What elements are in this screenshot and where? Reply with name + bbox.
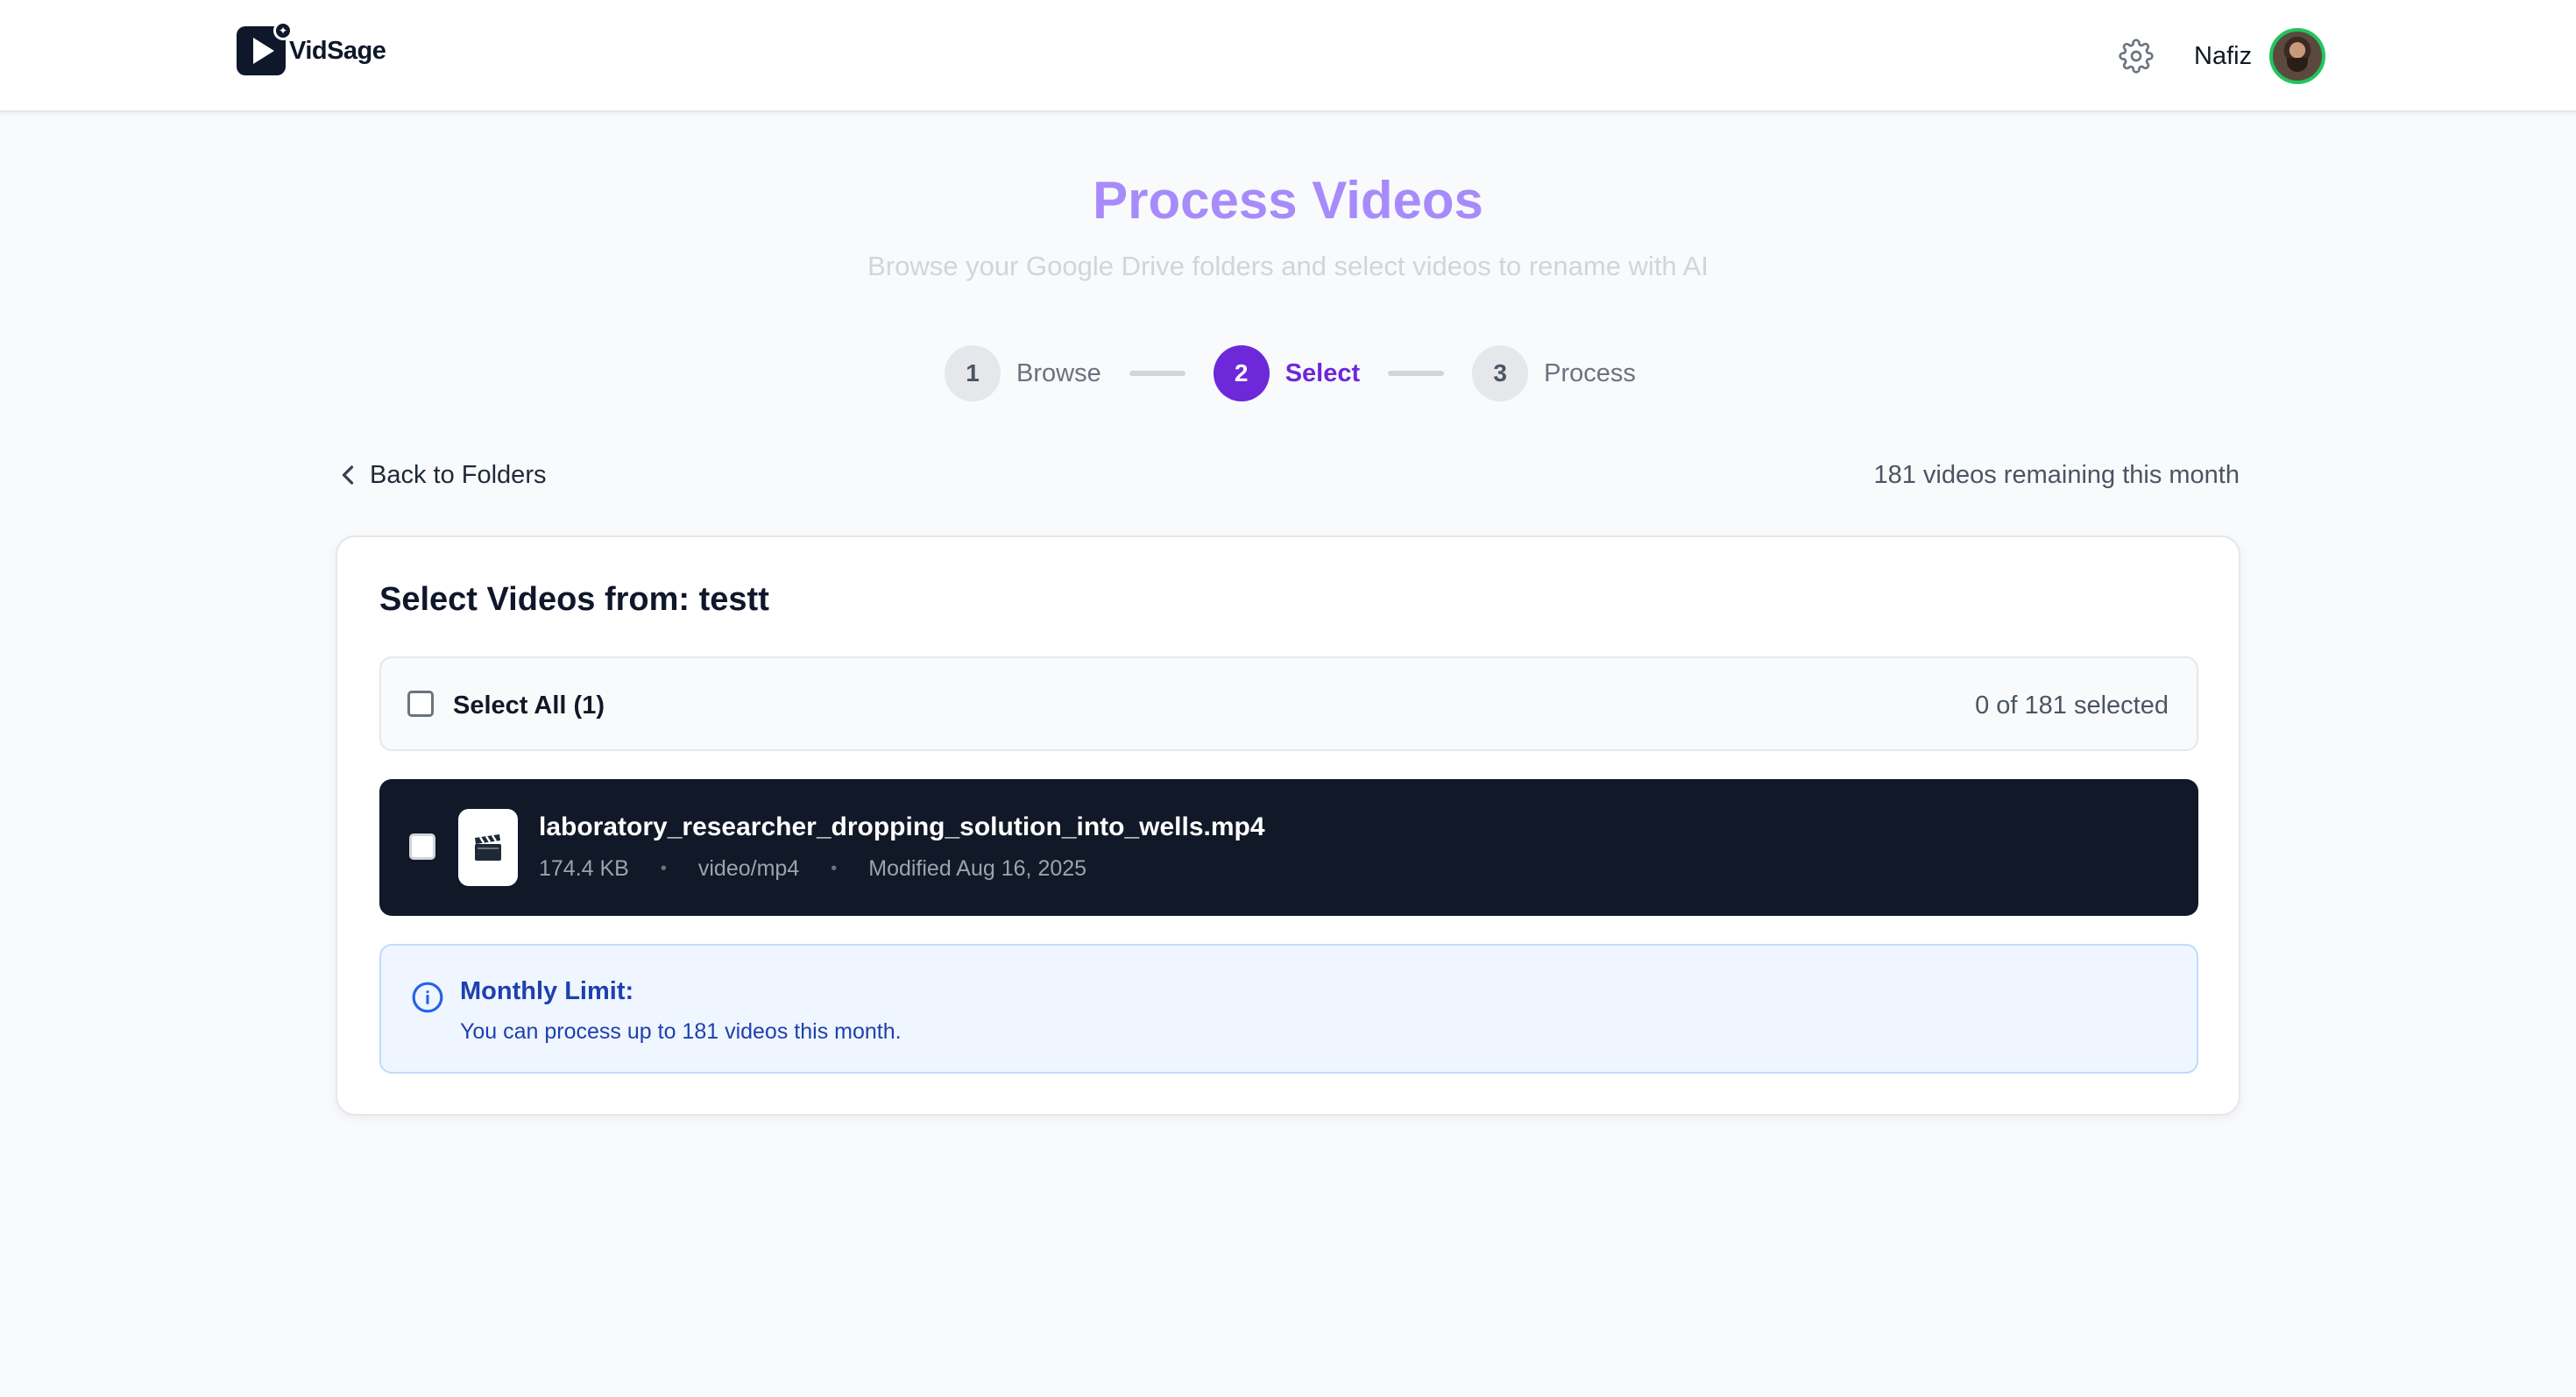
remaining-videos: 181 videos remaining this month — [1873, 461, 2240, 489]
page-title: Process Videos — [1093, 171, 1483, 230]
top-header: ✦ VidSage Nafiz — [0, 0, 2576, 112]
meta-separator: • — [660, 859, 667, 878]
clapperboard-icon — [475, 834, 501, 861]
back-to-folders-button[interactable]: Back to Folders — [338, 457, 546, 493]
select-all-label[interactable]: Select All (1) — [453, 688, 605, 723]
sparkle-icon: ✦ — [273, 21, 293, 40]
step-connector — [1388, 371, 1445, 376]
logo-icon: ✦ — [237, 21, 293, 75]
step-3-number: 3 — [1472, 345, 1529, 401]
file-thumbnail — [458, 809, 518, 886]
stepper: 1 Browse 2 Select 3 Process — [945, 345, 1636, 401]
select-all-checkbox[interactable] — [407, 691, 434, 717]
step-3-label: Process — [1544, 358, 1636, 387]
step-1-number: 1 — [945, 345, 1001, 401]
video-modified: Modified Aug 16, 2025 — [868, 856, 1087, 881]
step-2-label: Select — [1284, 358, 1361, 387]
step-2-number: 2 — [1213, 345, 1270, 401]
video-selection-card: Select Videos from: testt Select All (1)… — [336, 535, 2240, 1116]
video-size: 174.4 KB — [539, 856, 629, 881]
select-all-bar: Select All (1) 0 of 181 selected — [379, 656, 2198, 751]
avatar[interactable] — [2269, 28, 2325, 84]
video-meta: 174.4 KB • video/mp4 • Modified Aug 16, … — [539, 856, 1086, 882]
play-icon — [253, 38, 274, 64]
monthly-limit-notice: Monthly Limit: You can process up to 181… — [379, 944, 2198, 1074]
gear-icon[interactable] — [2119, 39, 2154, 74]
meta-separator: • — [831, 859, 838, 878]
brand-name: VidSage — [289, 36, 386, 65]
info-icon — [412, 982, 443, 1013]
user-name[interactable]: Nafiz — [2194, 39, 2252, 74]
back-label: Back to Folders — [370, 460, 547, 489]
step-connector — [1129, 371, 1185, 376]
step-1-label: Browse — [1016, 358, 1101, 387]
page-subtitle: Browse your Google Drive folders and sel… — [867, 251, 1709, 281]
video-file-name: laboratory_researcher_dropping_solution_… — [539, 812, 1265, 841]
notice-title: Monthly Limit: — [460, 977, 634, 1005]
card-title: Select Videos from: testt — [379, 581, 769, 618]
notice-text: You can process up to 181 videos this mo… — [460, 1019, 902, 1044]
selected-count: 0 of 181 selected — [1975, 691, 2169, 720]
chevron-left-icon — [342, 465, 354, 485]
video-type: video/mp4 — [697, 856, 800, 881]
brand-logo[interactable]: ✦ VidSage — [237, 21, 386, 77]
video-list-item[interactable]: laboratory_researcher_dropping_solution_… — [379, 779, 2198, 916]
video-checkbox[interactable] — [409, 833, 435, 860]
avatar-image — [2287, 58, 2308, 72]
